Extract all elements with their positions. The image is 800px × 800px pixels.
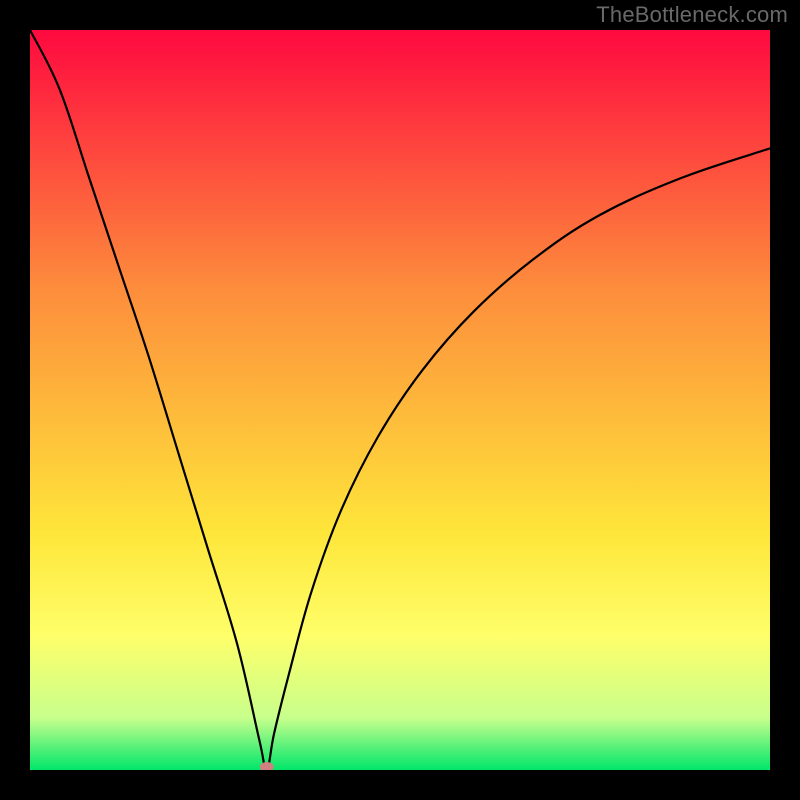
bottleneck-chart [30, 30, 770, 770]
chart-frame: TheBottleneck.com [0, 0, 800, 800]
attribution-label: TheBottleneck.com [596, 2, 788, 28]
